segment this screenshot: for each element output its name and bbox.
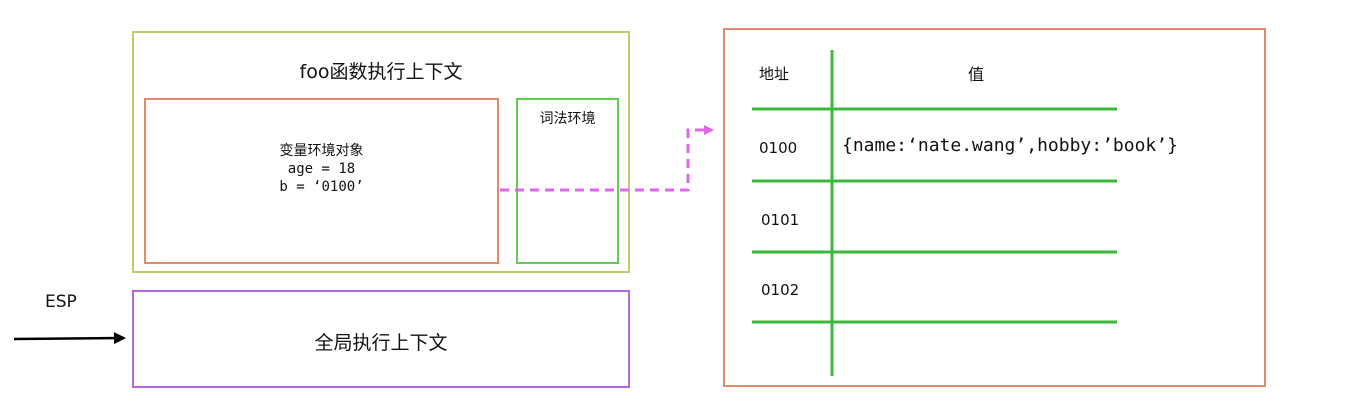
esp-arrow xyxy=(13,332,126,345)
diagram-connectors xyxy=(13,50,1117,376)
reference-arrow xyxy=(500,125,714,192)
